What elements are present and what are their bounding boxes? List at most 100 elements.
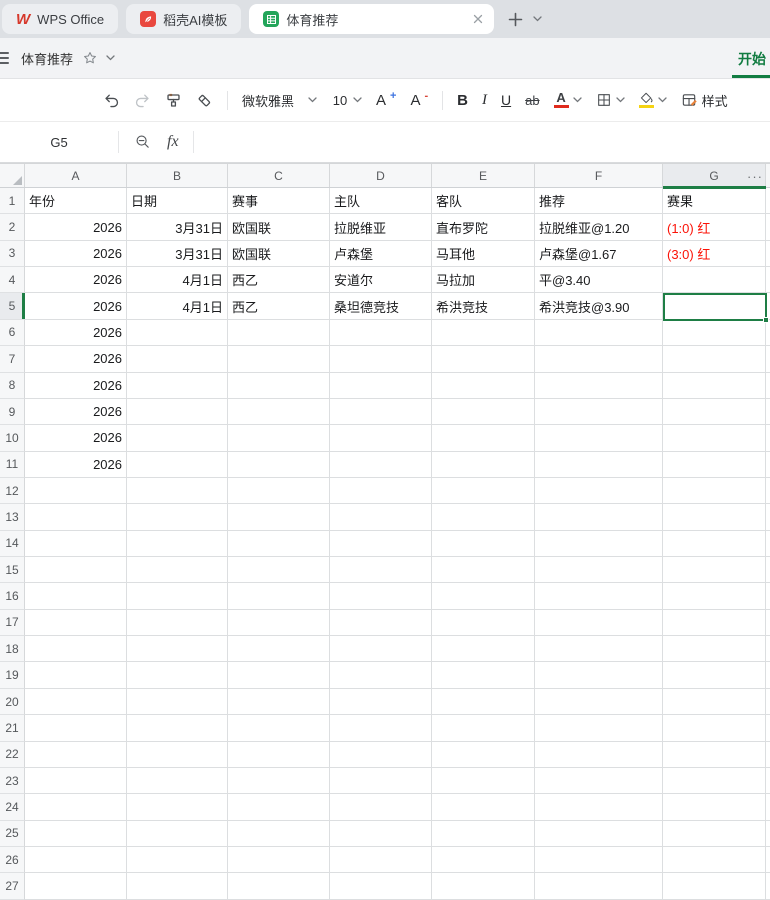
underline-button[interactable]: U [501,92,511,108]
cell-F18[interactable] [535,636,663,663]
cell-E15[interactable] [432,557,535,584]
cell-E17[interactable] [432,609,535,637]
cell-D15[interactable] [330,557,432,584]
cell-C27[interactable] [228,873,330,900]
cell-E1[interactable]: 客队 [432,188,535,215]
cell-B21[interactable] [127,715,228,742]
cell-E7[interactable] [432,346,535,373]
font-color-button[interactable]: A [553,91,582,108]
column-header-E[interactable]: E [432,164,535,187]
cell-F27[interactable] [535,873,663,900]
tab-list-chevron-icon[interactable] [533,16,543,22]
cell-C25[interactable] [228,820,330,847]
cell-C17[interactable] [228,609,330,637]
cell-A25[interactable] [25,820,127,847]
cell-E23[interactable] [432,767,535,795]
column-header-B[interactable]: B [127,164,228,187]
cell-F8[interactable] [535,372,663,399]
row-header-4[interactable]: 4 [0,267,25,294]
cell-A11[interactable]: 2026 [25,451,127,478]
row-header-24[interactable]: 24 [0,794,25,821]
cell-A24[interactable] [25,794,127,821]
cell-E18[interactable] [432,636,535,663]
cell-F10[interactable] [535,425,663,452]
strikethrough-button[interactable]: ab [525,93,539,108]
cell-D3[interactable]: 卢森堡 [330,240,432,268]
menu-hamburger-icon[interactable] [0,52,9,64]
row-header-13[interactable]: 13 [0,504,25,531]
cell-F5[interactable]: 希洪竞技@3.90 [535,293,663,320]
borders-button[interactable] [596,92,625,108]
cell-E6[interactable] [432,319,535,347]
cell-F11[interactable] [535,451,663,478]
row-header-7[interactable]: 7 [0,346,25,373]
cell-A7[interactable]: 2026 [25,346,127,373]
title-chevron-icon[interactable] [106,55,115,61]
cell-D24[interactable] [330,794,432,821]
cell-B24[interactable] [127,794,228,821]
cell-G5[interactable] [663,293,766,320]
cell-E22[interactable] [432,741,535,768]
cell-A22[interactable] [25,741,127,768]
select-all-corner[interactable] [0,164,25,187]
cell-D10[interactable] [330,425,432,452]
row-header-2[interactable]: 2 [0,214,25,241]
cell-F26[interactable] [535,846,663,874]
cell-B17[interactable] [127,609,228,637]
cell-F17[interactable] [535,609,663,637]
cell-E13[interactable] [432,504,535,531]
cell-C5[interactable]: 西乙 [228,293,330,320]
cell-G4[interactable] [663,267,766,294]
cell-D22[interactable] [330,741,432,768]
cell-D21[interactable] [330,715,432,742]
increase-font-button[interactable]: A + [376,90,396,109]
decrease-font-button[interactable]: A - [410,90,428,109]
cell-C22[interactable] [228,741,330,768]
cell-A12[interactable] [25,477,127,505]
cell-E24[interactable] [432,794,535,821]
cell-B19[interactable] [127,662,228,689]
star-favorite-icon[interactable] [83,51,97,65]
cell-G12[interactable] [663,477,766,505]
cell-E16[interactable] [432,583,535,610]
cell-G2[interactable]: (1:0) 红 [663,214,766,241]
cell-G15[interactable] [663,557,766,584]
cell-E25[interactable] [432,820,535,847]
row-header-22[interactable]: 22 [0,741,25,768]
cell-F20[interactable] [535,688,663,716]
cell-F23[interactable] [535,767,663,795]
redo-button[interactable] [134,92,151,109]
cell-C6[interactable] [228,319,330,347]
cell-E19[interactable] [432,662,535,689]
cell-E5[interactable]: 希洪竞技 [432,293,535,320]
cell-B3[interactable]: 3月31日 [127,240,228,268]
row-header-17[interactable]: 17 [0,609,25,637]
cell-C7[interactable] [228,346,330,373]
cell-B2[interactable]: 3月31日 [127,214,228,241]
cell-B11[interactable] [127,451,228,478]
cell-B20[interactable] [127,688,228,716]
cell-E4[interactable]: 马拉加 [432,267,535,294]
cell-F3[interactable]: 卢森堡@1.67 [535,240,663,268]
undo-button[interactable] [103,92,120,109]
cell-G9[interactable] [663,398,766,426]
cell-G19[interactable] [663,662,766,689]
cell-D11[interactable] [330,451,432,478]
row-header-9[interactable]: 9 [0,398,25,426]
cell-D18[interactable] [330,636,432,663]
cell-F6[interactable] [535,319,663,347]
cell-E3[interactable]: 马耳他 [432,240,535,268]
row-header-14[interactable]: 14 [0,530,25,558]
cell-F1[interactable]: 推荐 [535,188,663,215]
cell-A3[interactable]: 2026 [25,240,127,268]
row-header-20[interactable]: 20 [0,688,25,716]
cell-B8[interactable] [127,372,228,399]
italic-button[interactable]: I [482,92,487,109]
cell-F24[interactable] [535,794,663,821]
cell-E14[interactable] [432,530,535,558]
cell-D27[interactable] [330,873,432,900]
cell-D14[interactable] [330,530,432,558]
cell-B1[interactable]: 日期 [127,188,228,215]
cell-B15[interactable] [127,557,228,584]
cell-D17[interactable] [330,609,432,637]
